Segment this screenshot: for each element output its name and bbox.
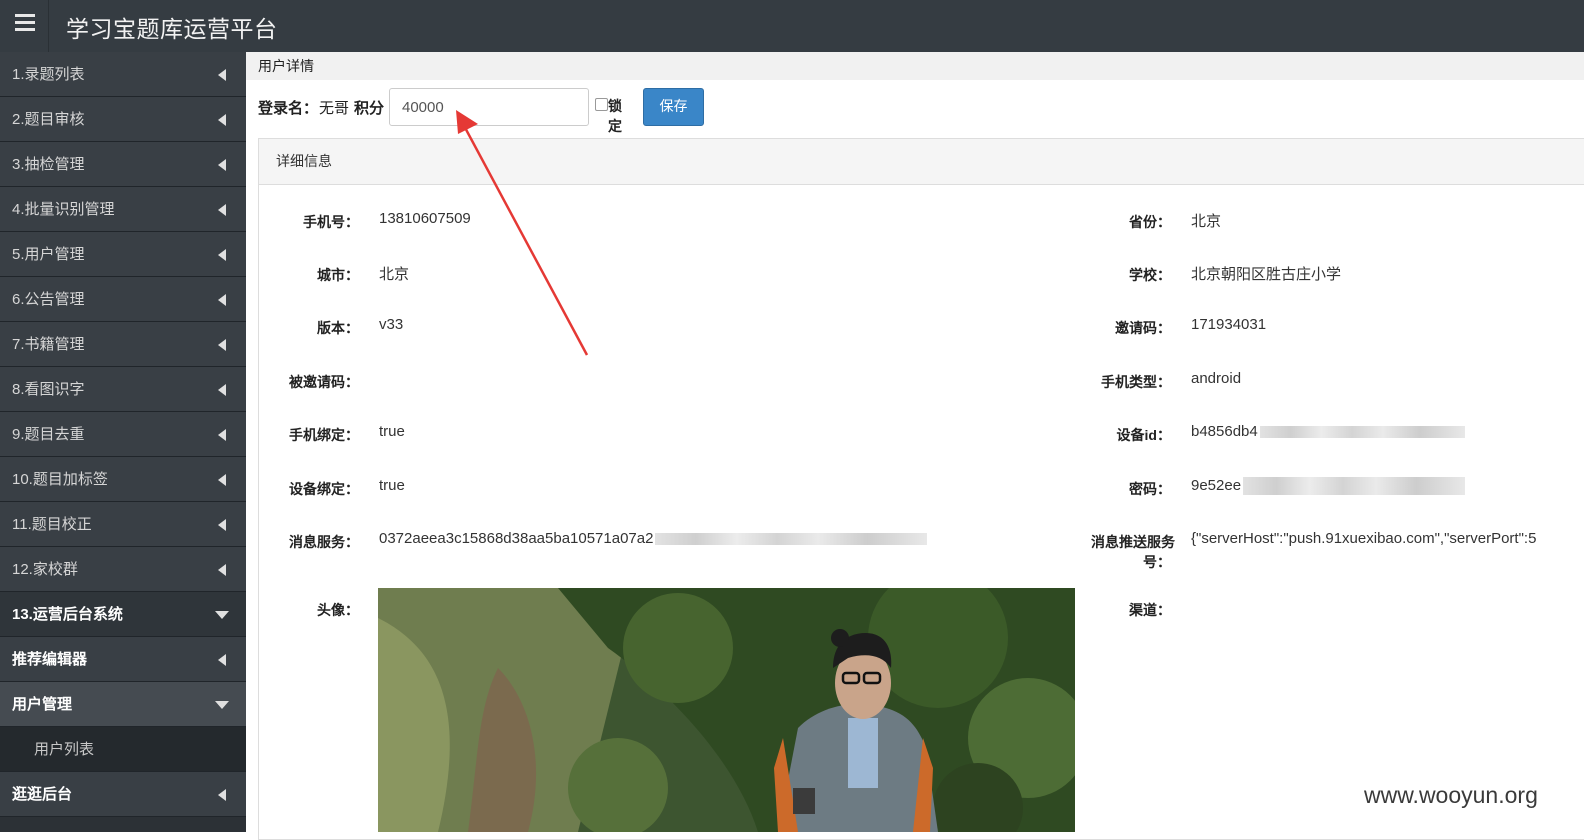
sidebar-item-announcements[interactable]: 6.公告管理	[0, 277, 246, 322]
avatar-image	[378, 588, 1075, 832]
hamburger-icon-line	[15, 21, 35, 24]
sidebar-item-picture-words[interactable]: 8.看图识字	[0, 367, 246, 412]
sidebar-item-label: 8.看图识字	[12, 381, 85, 398]
password-value: 9e52ee	[1191, 477, 1466, 496]
chevron-left-icon	[218, 384, 226, 396]
hamburger-icon	[15, 14, 35, 17]
sidebar-item-label: 4.批量识别管理	[12, 201, 115, 218]
sidebar-item-label: 13.运营后台系统	[12, 606, 123, 623]
sidebar-item-label: 推荐编辑器	[12, 651, 88, 668]
push-service-label-line2: 号：	[1143, 554, 1171, 570]
chevron-left-icon	[218, 114, 226, 126]
sidebar-item-user-list[interactable]: 用户列表	[0, 727, 246, 772]
push-service-value: {"serverHost":"push.91xuexibao.com","ser…	[1191, 530, 1537, 547]
sidebar-item-ops-backend[interactable]: 13.运营后台系统	[0, 592, 246, 637]
chevron-left-icon	[218, 564, 226, 576]
chevron-left-icon	[218, 429, 226, 441]
sidebar-item-label: 逛逛后台	[12, 786, 73, 803]
hamburger-icon-line	[15, 28, 35, 31]
sidebar-item-books[interactable]: 7.书籍管理	[0, 322, 246, 367]
device-id-value: b4856db4	[1191, 423, 1465, 440]
annotation-arrow	[456, 110, 589, 356]
msg-service-label: 消息服务：	[289, 534, 359, 550]
redacted-blur	[655, 533, 928, 546]
redacted-blur	[1243, 477, 1466, 496]
invite-code-label: 邀请码：	[1115, 320, 1171, 336]
sidebar-item-spot-check[interactable]: 3.抽检管理	[0, 142, 246, 187]
sidebar-item-browse-backend[interactable]: 逛逛后台	[0, 772, 246, 817]
device-bind-value: true	[379, 477, 405, 494]
push-service-label: 消息推送服务 号：	[1039, 532, 1175, 572]
device-id-label: 设备id：	[1116, 427, 1171, 443]
msg-service-value: 0372aeea3c15868d38aa5ba10571a07a2	[379, 530, 928, 547]
menu-toggle-button[interactable]	[0, 0, 49, 52]
sidebar-item-label: 12.家校群	[12, 561, 78, 578]
chevron-left-icon	[218, 339, 226, 351]
sidebar-item-label: 11.题目校正	[12, 516, 92, 533]
phone-bind-label: 手机绑定：	[289, 427, 359, 443]
chevron-left-icon	[218, 249, 226, 261]
sidebar-item-label: 6.公告管理	[12, 291, 85, 308]
school-label: 学校：	[1129, 267, 1171, 283]
msg-service-text: 0372aeea3c15868d38aa5ba10571a07a2	[379, 530, 654, 547]
chevron-left-icon	[218, 654, 226, 666]
watermark: www.wooyun.org	[1364, 782, 1538, 808]
redacted-blur	[1259, 426, 1465, 439]
device-id-text: b4856db4	[1191, 423, 1258, 440]
chevron-left-icon	[218, 789, 226, 801]
chevron-left-icon	[218, 294, 226, 306]
sidebar-item-recommend-editor[interactable]: 推荐编辑器	[0, 637, 246, 682]
sidebar-item-school-group[interactable]: 12.家校群	[0, 547, 246, 592]
app-title: 学习宝题库运营平台	[66, 16, 278, 42]
chevron-down-icon	[215, 701, 229, 709]
sidebar-item-label: 1.录题列表	[12, 66, 85, 83]
invite-code-value: 171934031	[1191, 316, 1267, 333]
sidebar: 1.录题列表 2.题目审核 3.抽检管理 4.批量识别管理 5.用户管理 6.公…	[0, 52, 246, 832]
sidebar-item-review[interactable]: 2.题目审核	[0, 97, 246, 142]
school-value: 北京朝阳区胜古庄小学	[1191, 266, 1342, 283]
chevron-left-icon	[218, 474, 226, 486]
sidebar-item-dedupe[interactable]: 9.题目去重	[0, 412, 246, 457]
sidebar-item-label: 用户列表	[34, 741, 95, 758]
avatar-photo-illustration	[378, 588, 1075, 832]
sidebar-item-label: 9.题目去重	[12, 426, 85, 443]
province-label: 省份：	[1129, 214, 1171, 230]
sidebar-item-batch-recognition[interactable]: 4.批量识别管理	[0, 187, 246, 232]
phone-type-value: android	[1191, 370, 1242, 387]
chevron-left-icon	[218, 204, 226, 216]
main-content: 用户详情 登录名： 无哥 积分 锁定 保存 详细信息 手机号： 13810607…	[246, 52, 1584, 840]
chevron-left-icon	[218, 519, 226, 531]
sidebar-item-entry-list[interactable]: 1.录题列表	[0, 52, 246, 97]
password-text: 9e52ee	[1191, 477, 1242, 494]
chevron-down-icon	[215, 611, 229, 619]
sidebar-item-user-mgmt-sub[interactable]: 用户管理	[0, 682, 246, 727]
sidebar-item-tagging[interactable]: 10.题目加标签	[0, 457, 246, 502]
chevron-left-icon	[218, 69, 226, 81]
sidebar-item-label: 10.题目加标签	[12, 471, 108, 488]
sidebar-item-correction[interactable]: 11.题目校正	[0, 502, 246, 547]
password-label: 密码：	[1129, 481, 1171, 497]
sidebar-item-user-management[interactable]: 5.用户管理	[0, 232, 246, 277]
invited-code-label: 被邀请码：	[289, 374, 359, 390]
sidebar-item-label: 7.书籍管理	[12, 336, 85, 353]
avatar-label: 头像：	[317, 602, 359, 618]
sidebar-item-label: 5.用户管理	[12, 246, 85, 263]
province-value: 北京	[1191, 213, 1222, 230]
push-service-label-line1: 消息推送服务	[1091, 534, 1175, 550]
sidebar-item-label: 3.抽检管理	[12, 156, 85, 173]
chevron-left-icon	[218, 159, 226, 171]
arrow-shaft	[460, 121, 589, 356]
phone-bind-value: true	[379, 423, 405, 440]
phone-type-label: 手机类型：	[1101, 374, 1171, 390]
top-bar: 学习宝题库运营平台	[0, 0, 1584, 52]
device-bind-label: 设备绑定：	[289, 481, 359, 497]
sidebar-item-label: 2.题目审核	[12, 111, 85, 128]
sidebar-item-label: 用户管理	[12, 696, 73, 713]
